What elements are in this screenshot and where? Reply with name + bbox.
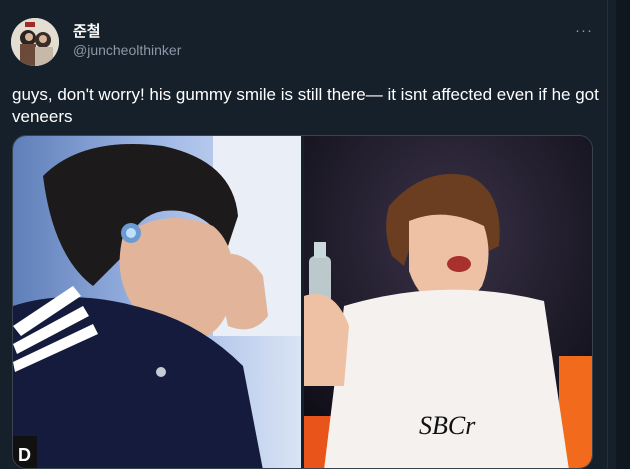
window-edge <box>616 0 630 469</box>
svg-text:SBCr: SBCr <box>419 411 476 440</box>
more-options-icon[interactable]: ··· <box>575 22 593 39</box>
right-photo[interactable]: SBCr <box>304 136 592 468</box>
svg-text:D: D <box>18 445 31 465</box>
tweet-text: guys, don't worry! his gummy smile is st… <box>12 85 599 126</box>
display-name[interactable]: 준철 <box>73 20 101 41</box>
profile-avatar[interactable] <box>11 18 59 66</box>
tweet-media[interactable]: D SBCr <box>12 135 593 469</box>
left-photo[interactable]: D <box>13 136 301 468</box>
user-handle[interactable]: @juncheolthinker <box>73 42 181 58</box>
tweet-card[interactable]: 준철 @juncheolthinker ··· guys, don't worr… <box>0 0 630 469</box>
